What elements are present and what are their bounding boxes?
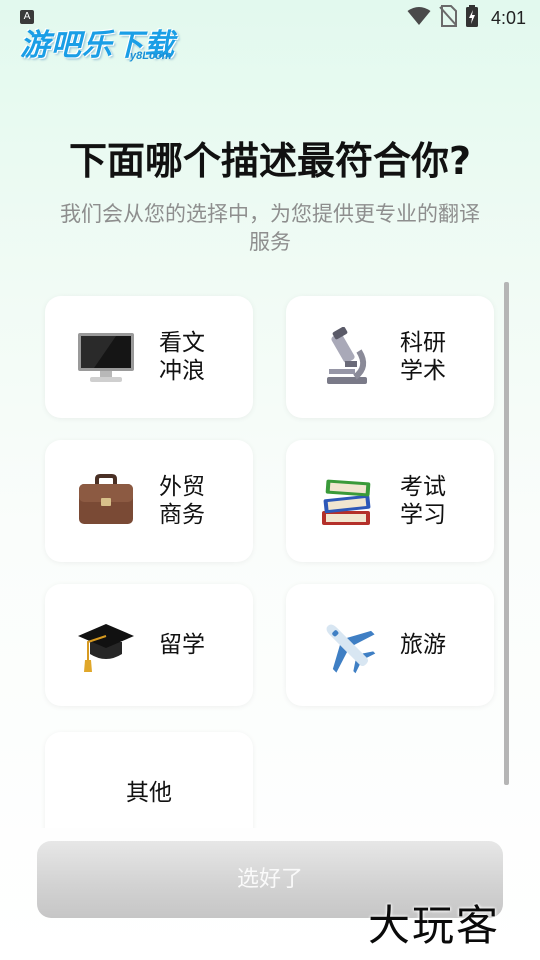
option-card-study-abroad[interactable]: 留学: [45, 584, 253, 706]
option-card-business[interactable]: 外贸 商务: [45, 440, 253, 562]
battery-charging-icon: [465, 5, 479, 31]
option-label-line1: 科研: [400, 330, 446, 356]
option-label: 外贸 商务: [159, 473, 219, 529]
option-card-exam[interactable]: 考试 学习: [286, 440, 494, 562]
option-label-line2: 学习: [400, 502, 446, 528]
option-card-other[interactable]: 其他: [45, 732, 253, 828]
option-card-reading[interactable]: 看文 冲浪: [45, 296, 253, 418]
option-label-line1: 看文: [159, 330, 205, 356]
option-label: 留学: [159, 631, 219, 659]
page-title: 下面哪个描述最符合你?: [68, 139, 472, 183]
app-logo: 游吧乐下载 y8Lcom: [18, 18, 188, 66]
option-label-line1: 留学: [159, 632, 205, 658]
books-icon: [316, 470, 378, 532]
watermark-text: 大玩客: [368, 901, 501, 950]
option-label: 考试 学习: [400, 473, 460, 529]
microscope-icon: [316, 326, 378, 388]
status-icons: 4:01: [407, 5, 526, 31]
option-card-travel[interactable]: 旅游: [286, 584, 494, 706]
wifi-icon: [407, 6, 431, 30]
no-sim-icon: [439, 5, 457, 31]
option-label-line1: 其他: [126, 780, 172, 806]
airplane-icon: [316, 614, 378, 676]
status-time: 4:01: [490, 7, 526, 28]
briefcase-icon: [75, 470, 137, 532]
option-card-research[interactable]: 科研 学术: [286, 296, 494, 418]
option-label-line2: 学术: [400, 358, 446, 384]
option-label-line1: 旅游: [400, 632, 446, 658]
logo-subtext: y8Lcom: [130, 50, 172, 62]
options-grid: 看文 冲浪 科研 学术 外贸 商务 考试 学习 留学 旅游 其他: [0, 280, 540, 828]
option-label: 其他: [126, 779, 172, 807]
option-label: 旅游: [400, 631, 460, 659]
option-label-line2: 商务: [159, 502, 205, 528]
option-label: 看文 冲浪: [159, 329, 219, 385]
scrollbar[interactable]: [504, 282, 509, 785]
option-label-line1: 外贸: [159, 474, 205, 500]
computer-icon: [75, 326, 137, 388]
page-subtitle: 我们会从您的选择中，为您提供更专业的翻译服务: [60, 202, 480, 254]
option-label-line1: 考试: [400, 474, 446, 500]
option-label-line2: 冲浪: [159, 358, 205, 384]
graduation-cap-icon: [75, 614, 137, 676]
option-label: 科研 学术: [400, 329, 460, 385]
